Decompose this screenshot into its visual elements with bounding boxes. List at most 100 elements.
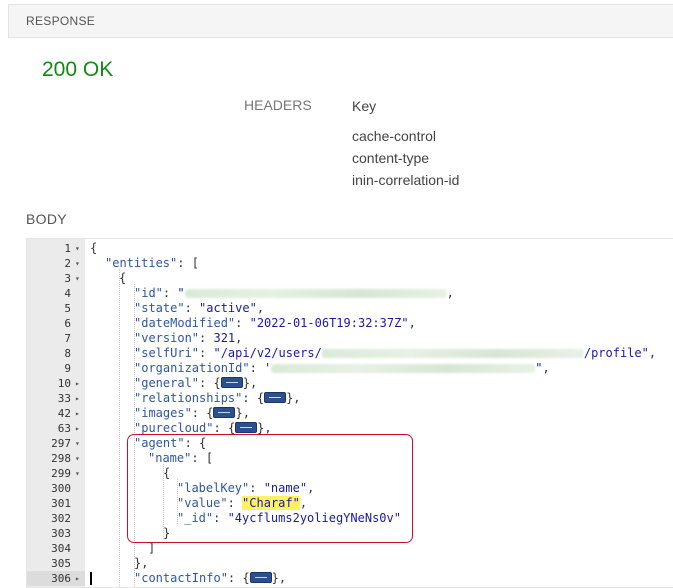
line-number: 302: [51, 512, 71, 525]
fold-toggle-icon[interactable]: ▸: [75, 391, 80, 406]
json-punct: {: [256, 391, 265, 405]
json-string: ": [177, 286, 185, 300]
json-punct: },: [242, 376, 258, 390]
code-line: 5 "state": "active",: [27, 301, 673, 316]
json-string: /profile": [583, 346, 649, 360]
collapsed-fold-icon[interactable]: [213, 407, 236, 418]
fold-toggle-icon[interactable]: ▾: [75, 451, 80, 466]
json-punct: {: [227, 421, 236, 435]
collapsed-fold-icon[interactable]: [220, 377, 243, 388]
body-label: BODY: [26, 211, 67, 227]
json-punct: ,: [542, 361, 550, 375]
json-punct: :: [199, 346, 214, 360]
line-number: 63: [57, 422, 71, 435]
code-line: 9 "organizationId": ' ",: [27, 361, 673, 376]
line-number: 2: [64, 257, 71, 270]
fold-toggle-icon[interactable]: ▾: [75, 241, 80, 256]
fold-toggle-icon[interactable]: ▸: [75, 421, 80, 436]
json-punct: },: [271, 571, 287, 585]
json-punct: {: [242, 571, 250, 585]
json-key: "id": [134, 286, 163, 300]
json-string: ": [535, 361, 543, 375]
json-punct: },: [286, 391, 301, 405]
json-punct: ,: [648, 346, 657, 360]
json-punct: :: [242, 391, 257, 405]
redacted-value: [184, 289, 447, 298]
json-punct: :: [235, 316, 250, 330]
fold-toggle-icon[interactable]: ▸: [75, 406, 80, 421]
redacted-value: [271, 364, 536, 373]
line-number: 42: [57, 407, 71, 420]
response-label: RESPONSE: [26, 14, 96, 28]
response-panel-header: RESPONSE: [8, 4, 673, 38]
line-number: 300: [51, 482, 71, 495]
line-number: 4: [64, 287, 71, 300]
json-punct: ,: [408, 316, 416, 330]
text-cursor: [90, 572, 92, 585]
fold-toggle-icon[interactable]: ▾: [75, 271, 80, 286]
json-punct: :: [162, 286, 178, 300]
collapsed-fold-icon[interactable]: [235, 422, 258, 433]
json-string: "/api/v2/users/: [213, 346, 322, 360]
code-line: 2 ▾ "entities": [: [27, 256, 673, 271]
json-punct: },: [134, 556, 149, 570]
json-punct: :: [184, 301, 200, 315]
json-punct: {: [119, 271, 127, 285]
collapsed-fold-icon[interactable]: [249, 572, 272, 583]
code-line: 4 "id": ",: [27, 286, 673, 301]
json-punct: {: [206, 406, 214, 420]
json-punct: },: [257, 421, 272, 435]
header-key-item: inin-correlation-id: [352, 172, 460, 188]
json-key: "state": [134, 301, 185, 315]
line-number: 10: [57, 377, 71, 390]
code-line: 33 ▸ "relationships": {},: [27, 391, 673, 406]
line-number: 305: [51, 557, 71, 570]
json-punct: {: [90, 241, 98, 255]
line-number: 297: [51, 437, 71, 450]
line-number: 304: [51, 542, 71, 555]
status-code: 200 OK: [42, 58, 114, 81]
line-number: 7: [64, 332, 71, 345]
headers-key-column: Key cache-control content-type inin-corr…: [352, 98, 459, 191]
json-punct: ,: [256, 301, 265, 315]
json-key: "dateModified": [134, 316, 236, 330]
line-number: 3: [64, 272, 71, 285]
line-number: 33: [57, 392, 71, 405]
json-string: "active": [199, 301, 257, 315]
json-punct: {: [213, 376, 221, 390]
json-key: "version": [134, 331, 200, 345]
json-punct: },: [235, 406, 250, 420]
line-number: 9: [64, 362, 71, 375]
line-number: 6: [64, 317, 71, 330]
fold-toggle-icon[interactable]: ▾: [75, 256, 80, 271]
fold-toggle-icon[interactable]: ▸: [75, 376, 80, 391]
json-number: 321: [213, 331, 236, 345]
collapsed-fold-icon[interactable]: [264, 392, 287, 403]
line-number: 8: [64, 347, 71, 360]
redacted-value: [321, 349, 584, 358]
json-punct: ]: [148, 541, 156, 555]
json-key: "general": [134, 376, 200, 390]
header-key-item: cache-control: [352, 128, 437, 144]
json-key: "purecloud": [134, 421, 214, 435]
line-number: 5: [64, 302, 71, 315]
json-key: "entities": [105, 256, 178, 270]
code-line: 7 "version": 321,: [27, 331, 673, 346]
fold-toggle-icon[interactable]: ▾: [75, 436, 80, 451]
code-line: 3 ▾ {: [27, 271, 673, 286]
header-key-item: content-type: [352, 150, 430, 166]
json-punct: :: [199, 376, 214, 390]
json-key: "images": [134, 406, 192, 420]
json-key: "contactInfo": [134, 571, 228, 585]
json-string: ': [264, 361, 272, 375]
json-punct: [: [191, 256, 199, 270]
line-number: 299: [51, 467, 71, 480]
json-key: "organizationId": [134, 361, 250, 375]
headers-key-title: Key: [352, 98, 377, 114]
json-punct: :: [199, 331, 214, 345]
code-line: 10 ▸ "general": {},: [27, 376, 673, 391]
fold-toggle-icon[interactable]: ▾: [75, 466, 80, 481]
annotation-highlight-box: [127, 434, 413, 543]
json-string: "2022-01-06T19:32:37Z": [249, 316, 409, 330]
json-key: "selfUri": [134, 346, 200, 360]
